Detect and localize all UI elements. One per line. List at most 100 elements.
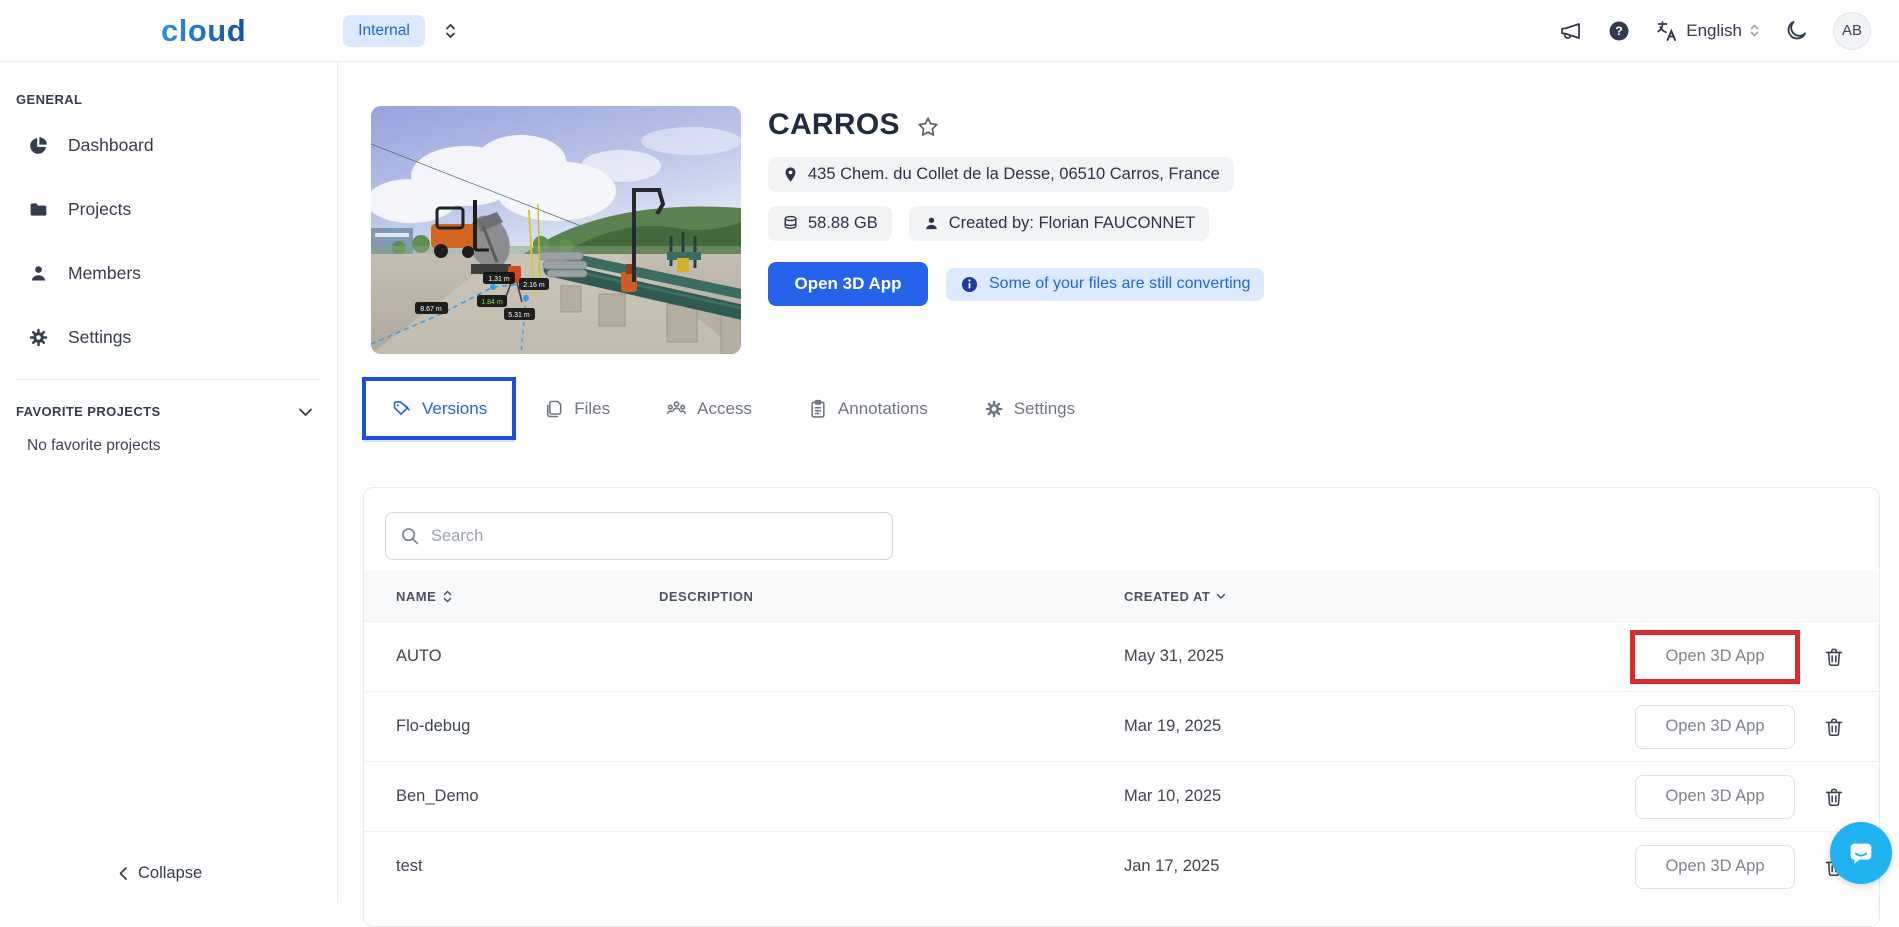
measurement-label: 1.31 m bbox=[488, 276, 510, 283]
chat-bubble-icon bbox=[1850, 843, 1872, 864]
person-icon bbox=[28, 263, 49, 284]
delete-version-button[interactable] bbox=[1819, 712, 1879, 742]
sidebar-divider bbox=[16, 379, 321, 380]
sidebar-item-settings[interactable]: Settings bbox=[0, 305, 337, 369]
table-header: NAME DESCRIPTION CREATED AT bbox=[364, 571, 1879, 621]
table-row: Flo-debug Mar 19, 2025 Open 3D App bbox=[364, 691, 1879, 761]
location-pin-icon bbox=[785, 167, 796, 182]
avatar[interactable]: AB bbox=[1833, 11, 1871, 50]
help-icon[interactable]: ? bbox=[1607, 19, 1631, 43]
open-3d-app-row-button[interactable]: Open 3D App bbox=[1635, 704, 1795, 749]
search-icon bbox=[399, 525, 421, 547]
project-title: CARROS bbox=[768, 108, 900, 141]
open-3d-app-row-button[interactable]: Open 3D App bbox=[1635, 844, 1795, 889]
sidebar-item-label: Members bbox=[68, 262, 141, 283]
creator-badge: Created by: Florian FAUCONNET bbox=[908, 206, 1210, 241]
creator-text: Created by: Florian FAUCONNET bbox=[948, 214, 1196, 232]
sidebar-item-members[interactable]: Members bbox=[0, 241, 337, 305]
sort-icon bbox=[444, 590, 452, 602]
dark-mode-icon[interactable] bbox=[1784, 18, 1809, 43]
favorites-section-title: FAVORITE PROJECTS bbox=[16, 404, 161, 419]
language-selector[interactable]: English bbox=[1655, 19, 1760, 43]
sidebar: GENERAL Dashboard Projects Members Setti… bbox=[0, 62, 338, 903]
table-row: AUTO May 31, 2025 Open 3D App bbox=[364, 621, 1879, 691]
project-header: 1.31 m 2.16 m 1.84 m 8.67 m 5.31 m CARRO… bbox=[371, 106, 1899, 354]
favorites-section-header[interactable]: FAVORITE PROJECTS bbox=[0, 390, 337, 423]
files-icon bbox=[547, 400, 562, 417]
gear-icon bbox=[28, 327, 49, 348]
column-header-name[interactable]: NAME bbox=[364, 589, 627, 604]
trash-icon bbox=[1825, 718, 1843, 736]
sidebar-item-label: Dashboard bbox=[68, 134, 154, 155]
search-input[interactable] bbox=[385, 512, 893, 560]
database-icon bbox=[784, 215, 797, 229]
tab-label: Access bbox=[697, 398, 752, 418]
column-label: DESCRIPTION bbox=[659, 588, 754, 604]
tab-files[interactable]: Files bbox=[544, 399, 610, 419]
table-row: Ben_Demo Mar 10, 2025 Open 3D App bbox=[364, 761, 1879, 831]
favorites-empty-text: No favorite projects bbox=[27, 437, 161, 454]
tags-icon bbox=[393, 401, 410, 416]
open-3d-app-row-button[interactable]: Open 3D App bbox=[1635, 774, 1795, 819]
trash-icon bbox=[1825, 648, 1843, 666]
workspace-switcher-icon[interactable] bbox=[443, 22, 458, 40]
top-navbar: cloud Internal ? English AB bbox=[0, 0, 1899, 62]
chevron-left-icon bbox=[119, 867, 127, 880]
version-name: Ben_Demo bbox=[396, 787, 479, 805]
converting-notice-text: Some of your files are still converting bbox=[989, 275, 1251, 292]
tab-label: Versions bbox=[422, 398, 488, 418]
version-name: AUTO bbox=[396, 647, 442, 665]
measurement-label: 8.67 m bbox=[420, 306, 442, 313]
delete-version-button[interactable] bbox=[1819, 642, 1879, 672]
version-created-at: May 31, 2025 bbox=[1124, 647, 1224, 665]
announcements-icon[interactable] bbox=[1559, 19, 1583, 43]
version-created-at: Mar 10, 2025 bbox=[1124, 787, 1222, 805]
version-created-at: Jan 17, 2025 bbox=[1124, 857, 1220, 875]
pie-chart-icon bbox=[28, 135, 49, 156]
language-label: English bbox=[1686, 20, 1742, 40]
favorite-star-icon[interactable] bbox=[916, 115, 940, 139]
tab-access[interactable]: Access bbox=[666, 398, 752, 419]
tab-versions[interactable]: Versions bbox=[362, 377, 517, 440]
people-icon bbox=[667, 401, 687, 415]
tab-settings[interactable]: Settings bbox=[984, 399, 1075, 419]
measurement-label: 2.16 m bbox=[523, 282, 545, 289]
project-thumbnail[interactable]: 1.31 m 2.16 m 1.84 m 8.67 m 5.31 m bbox=[371, 106, 741, 354]
clipboard-icon bbox=[811, 399, 825, 418]
converting-notice: Some of your files are still converting bbox=[946, 267, 1265, 301]
sidebar-item-projects[interactable]: Projects bbox=[0, 177, 337, 241]
version-name: Flo-debug bbox=[396, 717, 471, 735]
tab-label: Settings bbox=[1013, 398, 1076, 418]
person-icon bbox=[925, 217, 937, 230]
sidebar-section-general: GENERAL bbox=[16, 92, 83, 107]
tab-label: Annotations bbox=[837, 398, 928, 418]
folder-icon bbox=[28, 199, 49, 220]
sidebar-item-label: Projects bbox=[68, 198, 132, 219]
measurement-label: 5.31 m bbox=[508, 312, 530, 319]
sidebar-collapse-button[interactable]: Collapse bbox=[118, 864, 202, 883]
open-3d-app-row-button[interactable]: Open 3D App bbox=[1635, 634, 1795, 679]
versions-panel: NAME DESCRIPTION CREATED AT AUTO May 31,… bbox=[363, 487, 1880, 927]
delete-version-button[interactable] bbox=[1819, 782, 1879, 812]
gear-icon bbox=[985, 400, 1003, 417]
svg-text:?: ? bbox=[1616, 24, 1623, 38]
app-logo[interactable]: cloud bbox=[161, 13, 246, 49]
column-label: CREATED AT bbox=[1124, 588, 1211, 604]
address-badge: 435 Chem. du Collet de la Desse, 06510 C… bbox=[768, 157, 1234, 192]
main-content: 1.31 m 2.16 m 1.84 m 8.67 m 5.31 m CARRO… bbox=[338, 62, 1899, 927]
column-header-created-at[interactable]: CREATED AT bbox=[1092, 589, 1635, 604]
sidebar-item-label: Settings bbox=[68, 326, 132, 347]
project-tabs: Versions Files Access Annotations Settin… bbox=[362, 377, 1899, 440]
collapse-label: Collapse bbox=[138, 864, 203, 882]
tab-label: Files bbox=[574, 398, 611, 418]
version-created-at: Mar 19, 2025 bbox=[1124, 717, 1222, 735]
sidebar-item-dashboard[interactable]: Dashboard bbox=[0, 113, 337, 177]
tab-annotations[interactable]: Annotations bbox=[808, 399, 928, 419]
trash-icon bbox=[1825, 788, 1843, 806]
workspace-badge[interactable]: Internal bbox=[343, 14, 425, 47]
sort-desc-icon bbox=[1217, 593, 1226, 599]
chat-launcher-button[interactable] bbox=[1830, 822, 1892, 884]
open-3d-app-button[interactable]: Open 3D App bbox=[768, 262, 928, 306]
column-header-description[interactable]: DESCRIPTION bbox=[627, 589, 1092, 604]
address-text: 435 Chem. du Collet de la Desse, 06510 C… bbox=[808, 165, 1220, 183]
